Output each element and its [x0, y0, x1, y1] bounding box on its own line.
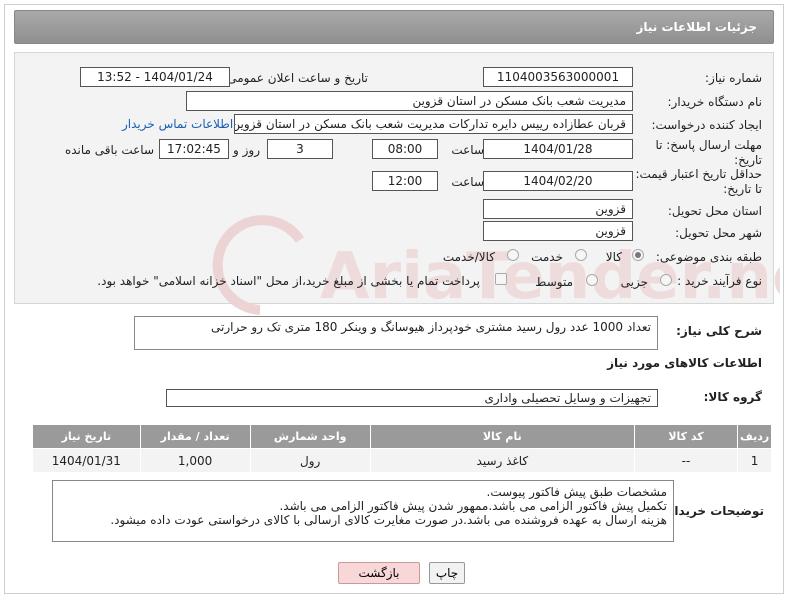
col-qty: تعداد / مقدار: [139, 424, 251, 449]
goods-table-header: ردیف کد کالا نام کالا واحد شمارش تعداد /…: [32, 424, 772, 449]
page-header: جزئیات اطلاعات نیاز: [14, 10, 774, 44]
col-code: کد کالا: [633, 424, 739, 449]
goods-table: ردیف کد کالا نام کالا واحد شمارش تعداد /…: [32, 424, 772, 473]
treasury-payment-checkbox[interactable]: [495, 273, 507, 285]
deadline-date-field: 1404/01/28: [483, 139, 633, 159]
announce-field: 1404/01/24 - 13:52: [80, 67, 230, 87]
need-number-field: 1104003563000001: [483, 67, 633, 87]
remaining-label: ساعت باقی مانده: [64, 143, 154, 157]
announce-label: تاریخ و ساعت اعلان عمومی:: [223, 71, 368, 85]
category-goods-label: کالا: [605, 250, 622, 264]
goods-section-title: اطلاعات کالاهای مورد نیاز: [607, 356, 762, 370]
notes-line: هزینه ارسال به عهده فروشنده می باشد.در ص…: [110, 513, 667, 527]
price-validity-time-label: ساعت: [451, 175, 484, 189]
buyer-org-label: نام دستگاه خریدار:: [667, 95, 763, 109]
cell-qty: 1,000: [139, 448, 251, 473]
cell-date: 1404/01/31: [32, 448, 141, 473]
treasury-payment-note: پرداخت تمام یا بخشی از مبلغ خرید،از محل …: [97, 274, 480, 288]
category-goods-radio[interactable]: [632, 249, 644, 261]
cell-row: 1: [737, 448, 772, 473]
print-button[interactable]: چاپ: [429, 562, 465, 584]
buyer-notes-label: توضیحات خریدار:: [662, 504, 764, 518]
price-validity-time-field: 12:00: [372, 171, 438, 191]
remaining-time-field: 17:02:45: [159, 139, 229, 159]
purchase-minor-label: جزیی: [620, 275, 648, 289]
province-field: قزوین: [483, 199, 633, 219]
purchase-type-label: نوع فرآیند خرید :: [677, 274, 762, 288]
creator-label: ایجاد کننده درخواست:: [651, 118, 762, 132]
purchase-minor-radio[interactable]: [660, 274, 672, 286]
purchase-medium-label: متوسط: [535, 275, 573, 289]
creator-field: قربان عطازاده رییس دایره تدارکات مدیریت …: [234, 114, 633, 134]
col-name: نام کالا: [369, 424, 635, 449]
category-goods-service-label: کالا/خدمت: [442, 250, 495, 264]
goods-group-label: گروه کالا:: [703, 390, 762, 404]
description-label: شرح کلی نیاز:: [676, 324, 762, 338]
days-field: 3: [267, 139, 333, 159]
cell-name: کاغذ رسید: [369, 448, 635, 473]
back-button[interactable]: بازگشت: [338, 562, 420, 584]
table-row: 1 -- کاغذ رسید رول 1,000 1404/01/31: [32, 448, 772, 473]
price-validity-date-field: 1404/02/20: [483, 171, 633, 191]
category-label: طبقه بندی موضوعی:: [655, 250, 762, 264]
cell-unit: رول: [249, 448, 371, 473]
deadline-label: مهلت ارسال پاسخ: تا تاریخ:: [655, 138, 762, 167]
notes-line: تکمیل پیش فاکتور الزامی می باشد.ممهور شد…: [279, 499, 667, 513]
province-label: استان محل تحویل:: [667, 204, 762, 218]
days-label: روز و: [233, 143, 260, 157]
description-field: تعداد 1000 عدد رول رسید مشتری خودپرداز ه…: [134, 316, 658, 350]
buyer-org-field: مدیریت شعب بانک مسکن در استان قزوین: [186, 91, 633, 111]
buyer-notes-field: مشخصات طبق پیش فاکتور پیوست. تکمیل پیش ف…: [52, 480, 674, 542]
cell-code: --: [633, 448, 739, 473]
deadline-time-label: ساعت: [451, 143, 484, 157]
deadline-time-field: 08:00: [372, 139, 438, 159]
col-row: ردیف: [737, 424, 772, 449]
price-validity-label: حداقل تاریخ اعتبار قیمت: تا تاریخ:: [635, 167, 762, 196]
category-goods-service-radio[interactable]: [507, 249, 519, 261]
goods-group-field: تجهیزات و وسایل تحصیلی واداری: [166, 389, 658, 407]
city-field: قزوین: [483, 221, 633, 241]
purchase-medium-radio[interactable]: [586, 274, 598, 286]
category-service-radio[interactable]: [575, 249, 587, 261]
need-number-label: شماره نیاز:: [705, 71, 762, 85]
contact-info-link[interactable]: اطلاعات تماس خریدار: [122, 117, 233, 131]
notes-line: مشخصات طبق پیش فاکتور پیوست.: [486, 485, 667, 499]
col-unit: واحد شمارش: [249, 424, 371, 449]
city-label: شهر محل تحویل:: [675, 226, 762, 240]
page-title: جزئیات اطلاعات نیاز: [636, 20, 757, 34]
col-date: تاریخ نیاز: [32, 424, 141, 449]
category-service-label: خدمت: [531, 250, 563, 264]
